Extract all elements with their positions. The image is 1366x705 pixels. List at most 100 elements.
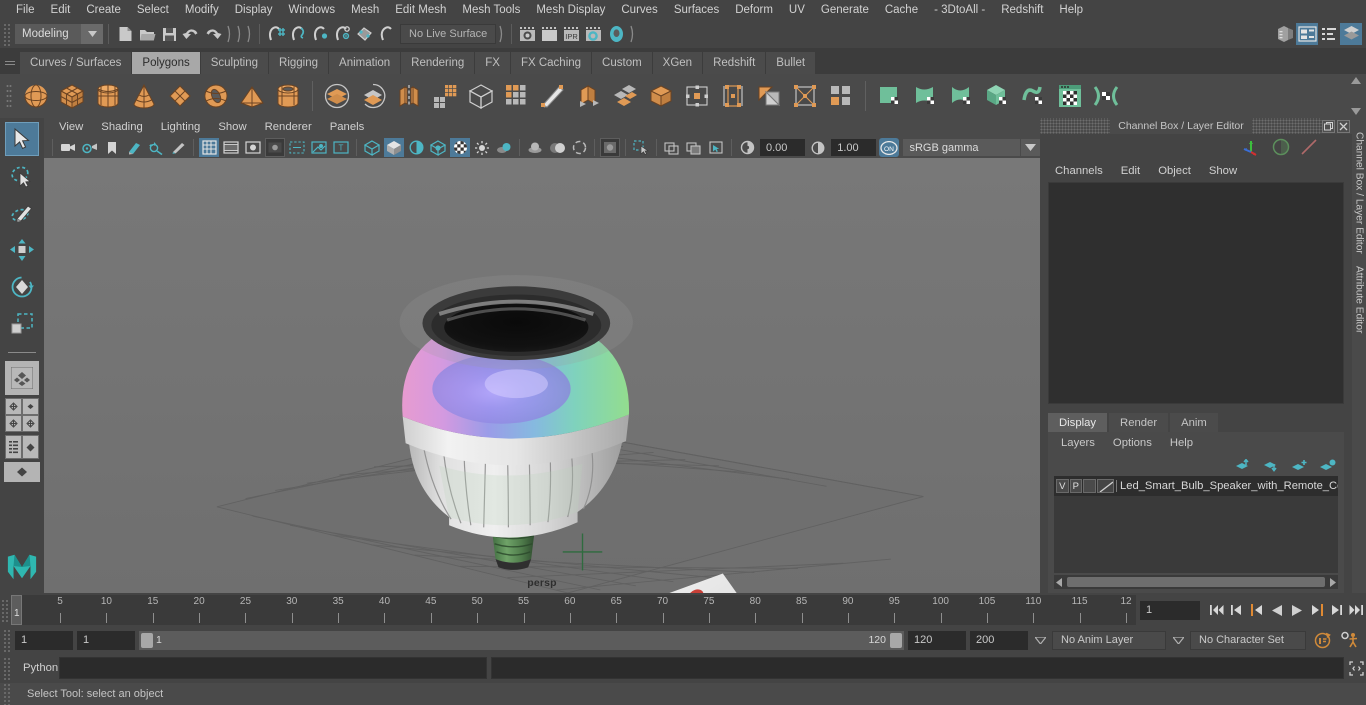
channelbox-menu-edit[interactable]: Edit	[1112, 165, 1149, 177]
persp-graph-layout[interactable]	[4, 462, 40, 482]
step-back-frame-icon[interactable]	[1227, 601, 1246, 620]
select-tool[interactable]	[5, 122, 39, 156]
selection-highlight-icon[interactable]	[706, 138, 726, 157]
camera-attributes-icon[interactable]	[80, 138, 100, 157]
animation-preferences-icon[interactable]	[1338, 631, 1362, 650]
gamma-value-field[interactable]: 1.00	[831, 139, 877, 156]
quad-draw-icon[interactable]	[644, 79, 678, 113]
shelf-tab-curves-surfaces[interactable]: Curves / Surfaces	[20, 52, 133, 74]
animation-end-field[interactable]: 200	[970, 630, 1028, 650]
shelf-tab-polygons[interactable]: Polygons	[132, 52, 201, 74]
sidetab-attribute-editor[interactable]: Attribute Editor	[1354, 260, 1365, 339]
poly-cylinder-icon[interactable]	[91, 79, 125, 113]
save-scene-icon[interactable]	[158, 23, 180, 45]
grease-pencil-icon[interactable]	[168, 138, 188, 157]
menu-set-selector[interactable]: Modeling	[15, 24, 103, 44]
auto-key-icon[interactable]	[1310, 631, 1334, 650]
bevel-icon[interactable]	[608, 79, 642, 113]
menu-cache[interactable]: Cache	[877, 0, 926, 20]
film-gate-icon[interactable]	[221, 138, 241, 157]
textured-icon[interactable]	[450, 138, 470, 157]
connect-icon[interactable]	[788, 79, 822, 113]
wireframe-icon[interactable]	[362, 138, 382, 157]
single-perspective-view[interactable]	[5, 361, 39, 395]
current-frame-field[interactable]: 1	[1140, 600, 1200, 620]
timeslider-grip[interactable]	[0, 598, 9, 622]
restore-window-icon[interactable]	[1322, 119, 1335, 133]
command-language-label[interactable]: Python	[11, 662, 59, 674]
extrude-icon[interactable]	[572, 79, 606, 113]
sidetab-channel-box[interactable]: Channel Box / Layer Editor	[1354, 126, 1365, 260]
layer-name-label[interactable]: Led_Smart_Bulb_Speaker_with_Remote_Cor	[1116, 480, 1338, 492]
append-polygon-icon[interactable]	[752, 79, 786, 113]
menu-help[interactable]: Help	[1051, 0, 1091, 20]
layout-uv-icon[interactable]	[1089, 79, 1123, 113]
character-set-field[interactable]: No Character Set	[1190, 630, 1306, 650]
poly-pipe-icon[interactable]	[271, 79, 305, 113]
shelf-tab-animation[interactable]: Animation	[329, 52, 402, 74]
shelf-tab-xgen[interactable]: XGen	[652, 52, 704, 74]
tab-display[interactable]: Display	[1048, 413, 1108, 432]
layout-cell-bl[interactable]	[5, 415, 22, 432]
poly-cube-icon[interactable]	[55, 79, 89, 113]
outliner-persp-layout[interactable]	[4, 435, 40, 459]
redo-icon[interactable]	[202, 23, 224, 45]
menu-surfaces[interactable]: Surfaces	[666, 0, 727, 20]
gate-mask-icon[interactable]	[265, 138, 285, 157]
grid-display-icon[interactable]	[662, 138, 682, 157]
new-layer-icon[interactable]	[1291, 459, 1308, 472]
layer-color-swatch[interactable]	[1096, 479, 1115, 493]
shelf-tab-bullet[interactable]: Bullet	[766, 52, 817, 74]
mirror-geometry-icon[interactable]	[392, 79, 426, 113]
tab-render[interactable]: Render	[1109, 413, 1169, 432]
layer-visibility-toggle[interactable]: V	[1056, 479, 1069, 493]
show-hide-modeling-toolkit-icon[interactable]	[1340, 23, 1362, 45]
channelbox-menu-channels[interactable]: Channels	[1046, 165, 1112, 177]
character-set-dropdown-icon[interactable]	[1170, 631, 1186, 650]
new-scene-icon[interactable]	[114, 23, 136, 45]
render-settings-icon[interactable]	[583, 23, 605, 45]
layout-cell-tl[interactable]	[5, 398, 22, 415]
unfold-uv-icon[interactable]	[1017, 79, 1051, 113]
range-slider-right-handle[interactable]	[890, 632, 902, 648]
channelbox-menu-show[interactable]: Show	[1200, 165, 1246, 177]
undo-icon[interactable]	[180, 23, 202, 45]
layout-cell-br[interactable]	[22, 415, 39, 432]
show-hide-tool-settings-icon[interactable]	[1296, 23, 1318, 45]
poly-plane-icon[interactable]	[163, 79, 197, 113]
film-gate-display-icon[interactable]	[684, 138, 704, 157]
image-plane-icon[interactable]	[124, 138, 144, 157]
menu-file[interactable]: File	[8, 0, 43, 20]
make-live-icon[interactable]	[375, 23, 397, 45]
layers-menu-layers[interactable]: Layers	[1052, 437, 1104, 449]
perspective-viewport[interactable]: persp	[44, 158, 1040, 593]
manipulator-axis-icon[interactable]	[1242, 138, 1262, 156]
viewport-menu-show[interactable]: Show	[209, 118, 255, 137]
shelf-tab-sculpting[interactable]: Sculpting	[200, 52, 270, 74]
go-to-end-icon[interactable]	[1347, 601, 1366, 620]
shelf-tab-rendering[interactable]: Rendering	[401, 52, 476, 74]
multisample-icon[interactable]	[569, 138, 589, 157]
anim-layer-dropdown-icon[interactable]	[1032, 631, 1048, 650]
menu-redshift[interactable]: Redshift	[993, 0, 1051, 20]
layers-menu-options[interactable]: Options	[1104, 437, 1161, 449]
current-time-indicator[interactable]: 1	[11, 595, 22, 625]
show-hide-attribute-editor-icon[interactable]	[1274, 23, 1296, 45]
menu-create[interactable]: Create	[78, 0, 129, 20]
command-output-field[interactable]	[491, 657, 1344, 679]
range-slider-left-handle[interactable]	[141, 632, 153, 648]
menu-deform[interactable]: Deform	[727, 0, 781, 20]
resolution-gate-icon[interactable]	[243, 138, 263, 157]
shelf-handle[interactable]	[0, 48, 20, 74]
chevron-down-icon[interactable]	[81, 24, 103, 44]
screen-space-ao-icon[interactable]	[525, 138, 545, 157]
script-editor-icon[interactable]	[1346, 657, 1366, 679]
poly-pyramid-icon[interactable]	[235, 79, 269, 113]
cylindrical-map-icon[interactable]	[909, 79, 943, 113]
boolean-difference-icon[interactable]	[356, 79, 390, 113]
channelbox-menu-object[interactable]: Object	[1149, 165, 1200, 177]
isolate-select-icon[interactable]	[631, 138, 651, 157]
smooth-icon[interactable]	[464, 79, 498, 113]
color-management-dropdown-icon[interactable]	[1021, 139, 1040, 156]
commandline-grip[interactable]	[2, 656, 11, 680]
